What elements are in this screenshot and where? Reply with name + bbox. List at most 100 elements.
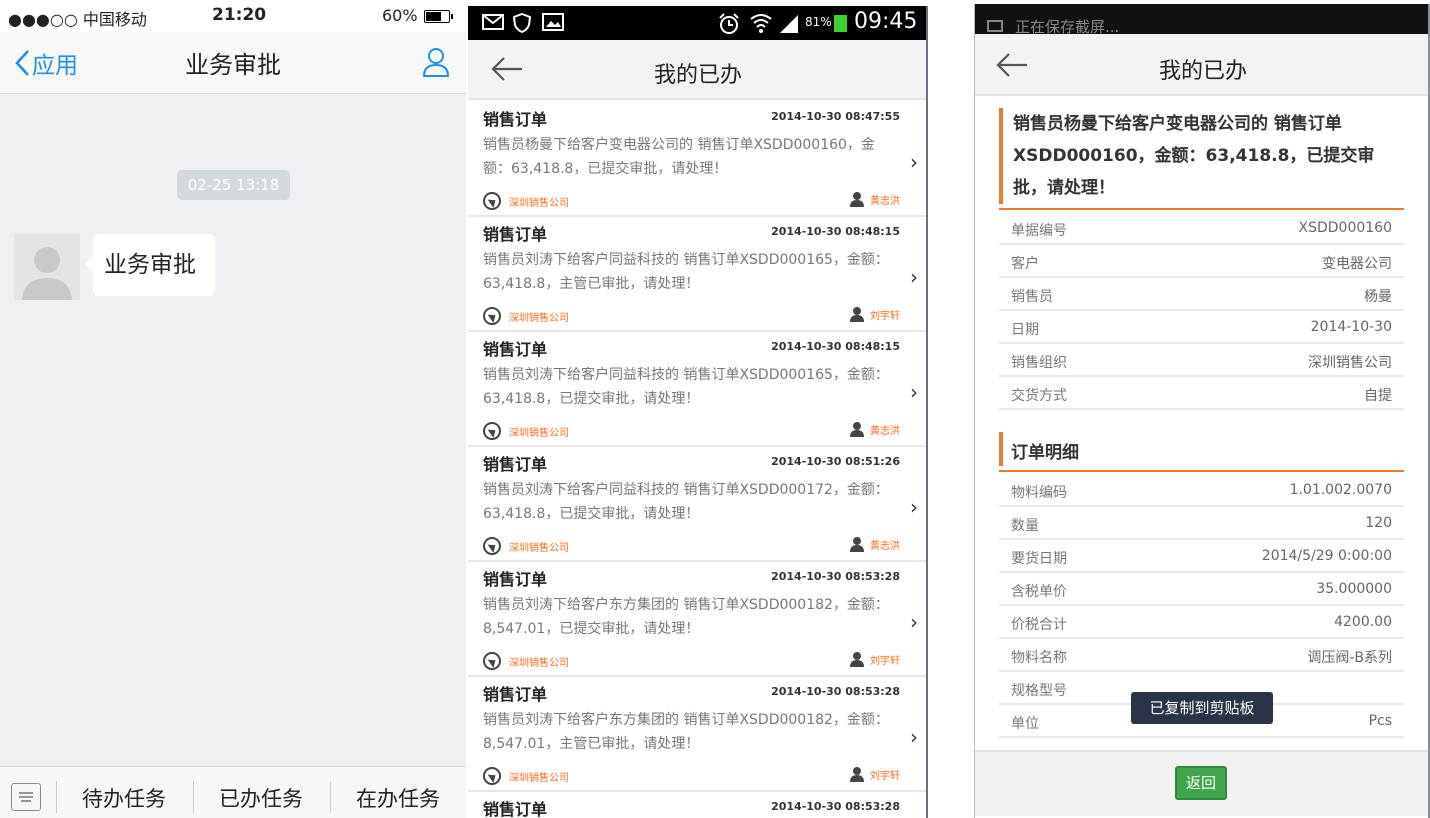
- field-label: 数量: [1011, 518, 1039, 534]
- person-icon: [850, 767, 864, 782]
- tab-divider: [330, 781, 331, 813]
- field-row: 价税合计 4200.00: [999, 606, 1404, 639]
- item-user-label: 刘宇轩: [870, 770, 900, 782]
- navigate-icon: [483, 537, 501, 555]
- field-label: 要货日期: [1011, 551, 1067, 567]
- list-header: 我的已办: [468, 40, 926, 100]
- order-fields: 单据编号 XSDD000160 客户 变电器公司 销售员 杨曼 日期 2014-10-3…: [999, 212, 1404, 410]
- list-item[interactable]: 销售订单 2014-10-30 08:51:26 销售员刘涛下给客户同益科技的 …: [468, 447, 926, 562]
- chevron-right-icon: ›: [910, 495, 918, 519]
- chevron-right-icon: ›: [910, 380, 918, 404]
- list-item[interactable]: 销售订单 2014-10-30 08:48:15 销售员刘涛下给客户同益科技的 …: [468, 217, 926, 332]
- item-org-label: 深圳销售公司: [509, 197, 569, 209]
- field-label: 销售组织: [1011, 355, 1067, 371]
- field-row: 物料名称 调压阀-B系列: [999, 639, 1404, 672]
- user-profile-icon[interactable]: [422, 46, 450, 78]
- field-row: 要货日期 2014/5/29 0:00:00: [999, 540, 1404, 573]
- ios-status-bar: ●●●○○ 中国移动 21:20 60%: [0, 0, 466, 32]
- tab-divider: [56, 781, 57, 813]
- carrier-signal: ●●●○○ 中国移动: [8, 10, 147, 29]
- shield-icon: [512, 13, 532, 33]
- field-value: 4200.00: [1334, 614, 1392, 630]
- chevron-right-icon: ›: [910, 150, 918, 174]
- battery-icon: [834, 15, 847, 32]
- navigate-icon: [483, 192, 501, 210]
- item-user-label: 黄志洪: [870, 540, 900, 552]
- field-value: 变电器公司: [1322, 256, 1392, 272]
- list-item[interactable]: 销售订单 2014-10-30 08:53:28: [468, 792, 926, 818]
- field-row: 销售员 杨曼: [999, 278, 1404, 311]
- chevron-right-icon: ›: [910, 265, 918, 289]
- list-item[interactable]: 销售订单 2014-10-30 08:53:28 销售员刘涛下给客户东方集团的 …: [468, 562, 926, 677]
- item-date: 2014-10-30 08:51:26: [771, 455, 900, 468]
- item-org: 深圳销售公司: [483, 652, 569, 670]
- item-org-label: 深圳销售公司: [509, 657, 569, 669]
- item-user: 黄志洪: [850, 191, 900, 207]
- field-label: 物料编码: [1011, 485, 1067, 501]
- item-title: 销售订单: [483, 570, 548, 589]
- field-label: 单位: [1011, 716, 1039, 732]
- detail-header: 我的已办: [975, 34, 1428, 96]
- item-org-label: 深圳销售公司: [509, 427, 569, 439]
- item-title: 销售订单: [483, 225, 548, 244]
- field-value: 杨曼: [1364, 289, 1392, 305]
- item-description: 销售员刘涛下给客户同益科技的 销售订单XSDD000165，金额：63,418.…: [483, 367, 889, 407]
- tab-in-progress[interactable]: 在办任务: [356, 783, 440, 813]
- field-value: 120: [1365, 515, 1392, 531]
- field-label: 销售员: [1011, 289, 1053, 305]
- detail-footer: 返回: [975, 750, 1428, 816]
- battery-percent: 81%: [805, 15, 832, 29]
- field-value: XSDD000160: [1298, 220, 1392, 236]
- field-label: 价税合计: [1011, 617, 1067, 633]
- item-org: 深圳销售公司: [483, 307, 569, 325]
- message-timestamp: 02-25 13:18: [177, 170, 290, 200]
- field-label: 规格型号: [1011, 683, 1067, 699]
- list-item[interactable]: 销售订单 2014-10-30 08:47:55 销售员杨曼下给客户变电器公司的…: [468, 102, 926, 217]
- item-user-label: 黄志洪: [870, 195, 900, 207]
- return-button[interactable]: 返回: [1175, 766, 1227, 800]
- battery-icon: [424, 10, 453, 23]
- navigate-icon: [483, 652, 501, 670]
- default-avatar-icon: [22, 247, 72, 300]
- person-icon: [850, 192, 864, 207]
- message-bubble[interactable]: 业务审批: [85, 234, 215, 296]
- person-icon: [850, 652, 864, 667]
- tab-done[interactable]: 已办任务: [219, 783, 303, 813]
- list-item[interactable]: 销售订单 2014-10-30 08:48:15 销售员刘涛下给客户同益科技的 …: [468, 332, 926, 447]
- item-description: 销售员刘涛下给客户东方集团的 销售订单XSDD000182，金额：8,547.0…: [483, 597, 889, 637]
- tab-pending[interactable]: 待办任务: [82, 783, 166, 813]
- item-org-label: 深圳销售公司: [509, 312, 569, 324]
- item-description: 销售员刘涛下给客户同益科技的 销售订单XSDD000165，金额：63,418.…: [483, 252, 889, 292]
- item-description: 销售员刘涛下给客户东方集团的 销售订单XSDD000182，金额：8,547.0…: [483, 712, 889, 752]
- field-label: 含税单价: [1011, 584, 1067, 600]
- item-user-label: 刘宇轩: [870, 655, 900, 667]
- navigate-icon: [483, 767, 501, 785]
- item-user: 刘宇轩: [850, 306, 900, 322]
- item-org: 深圳销售公司: [483, 767, 569, 785]
- android-list-screen: 81% 09:45 我的已办 销售订单 2014-10-30 08:47:55 …: [468, 6, 928, 818]
- mail-icon: [482, 14, 504, 30]
- item-title: 销售订单: [483, 340, 548, 359]
- status-time: 21:20: [212, 5, 267, 25]
- item-date: 2014-10-30 08:53:28: [771, 800, 900, 813]
- clipboard-toast: 已复制到剪贴板: [1131, 692, 1273, 724]
- list-item[interactable]: 销售订单 2014-10-30 08:53:28 销售员刘涛下给客户东方集团的 …: [468, 677, 926, 792]
- page-title: 我的已办: [1158, 59, 1247, 84]
- item-date: 2014-10-30 08:48:15: [771, 225, 900, 238]
- screenshot-icon: [987, 20, 1003, 32]
- divider: [999, 208, 1404, 210]
- field-value: 深圳销售公司: [1308, 355, 1392, 371]
- tab-divider: [193, 781, 194, 813]
- section-accent: [999, 432, 1003, 466]
- field-value: 2014/5/29 0:00:00: [1261, 548, 1392, 564]
- item-user: 刘宇轩: [850, 651, 900, 667]
- field-row: 数量 120: [999, 507, 1404, 540]
- order-summary: 销售员杨曼下给客户变电器公司的 销售订单XSDD000160，金额：63,418…: [999, 108, 1404, 204]
- field-row: 日期 2014-10-30: [999, 311, 1404, 344]
- item-date: 2014-10-30 08:47:55: [771, 110, 900, 123]
- keyboard-icon[interactable]: [11, 783, 41, 811]
- item-title: 销售订单: [483, 110, 548, 129]
- ios-app-screen: ●●●○○ 中国移动 21:20 60% 应用 业务审批 02-25 13:18…: [0, 0, 466, 818]
- field-value: 2014-10-30: [1310, 319, 1392, 335]
- divider: [999, 470, 1404, 472]
